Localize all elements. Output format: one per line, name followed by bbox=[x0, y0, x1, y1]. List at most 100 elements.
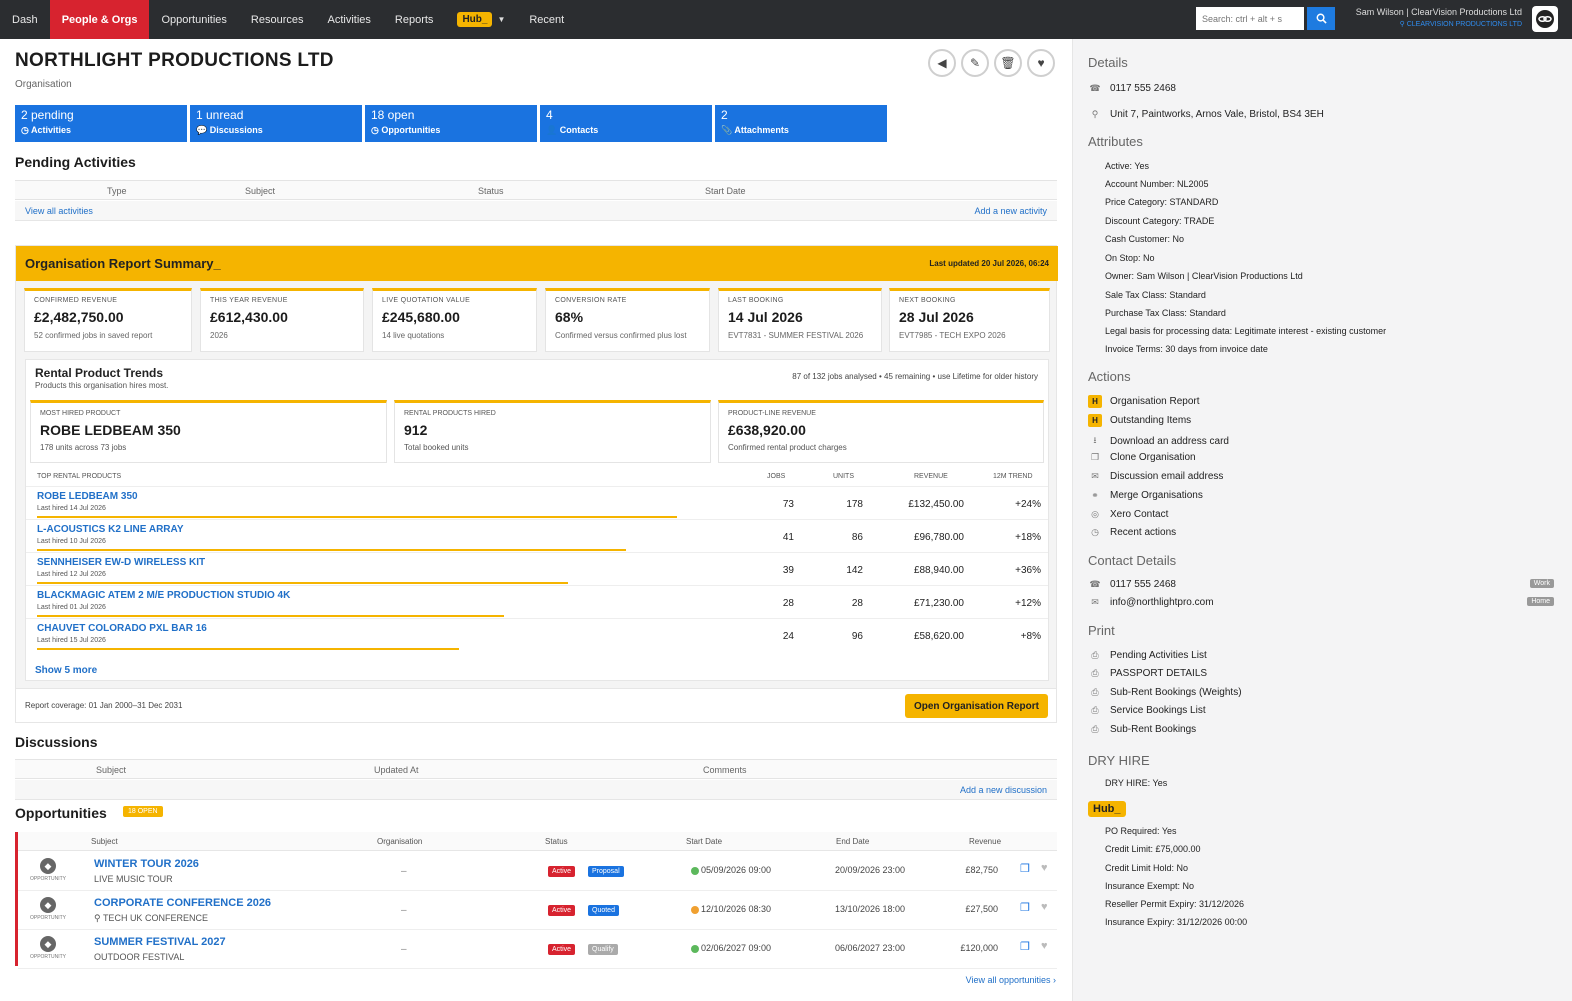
product-row[interactable]: L-ACOUSTICS K2 LINE ARRAY Last hired 10 J… bbox=[26, 519, 1048, 552]
heart-icon[interactable]: ♥ bbox=[1041, 862, 1048, 874]
contact-email-value: info@northlightpro.com bbox=[1110, 597, 1214, 608]
action-discussion-email[interactable]: ✉ Discussion email address bbox=[1088, 471, 1223, 482]
delete-button[interactable]: 🗑 bbox=[994, 49, 1022, 77]
nav-recent[interactable]: Recent bbox=[517, 0, 576, 39]
opportunity-icon-label: OPPORTUNITY bbox=[29, 954, 67, 960]
product-name[interactable]: BLACKMAGIC ATEM 2 M/E PRODUCTION STUDIO … bbox=[37, 590, 290, 601]
opportunity-revenue: £120,000 bbox=[960, 943, 998, 953]
action-recent-actions[interactable]: ◷ Recent actions bbox=[1088, 527, 1176, 538]
user-menu[interactable]: Sam Wilson | ClearVision Productions Ltd… bbox=[1356, 7, 1522, 28]
documents-icon[interactable]: ❐ bbox=[1020, 901, 1030, 914]
heart-icon: ♥ bbox=[1037, 56, 1045, 70]
action-merge-organisations[interactable]: ⚭ Merge Organisations bbox=[1088, 490, 1203, 501]
nav-reports[interactable]: Reports bbox=[383, 0, 446, 39]
product-row[interactable]: ROBE LEDBEAM 350 Last hired 14 Jul 2026 73… bbox=[26, 486, 1048, 519]
opportunity-title[interactable]: CORPORATE CONFERENCE 2026 bbox=[94, 897, 271, 909]
add-activity-link[interactable]: Add a new activity bbox=[974, 206, 1047, 216]
stat-attachments[interactable]: 2 📎 Attachments bbox=[715, 105, 887, 142]
product-name[interactable]: ROBE LEDBEAM 350 bbox=[37, 491, 138, 502]
product-trend: +36% bbox=[1015, 565, 1041, 576]
print-item[interactable]: ⎙ Service Bookings List bbox=[1088, 705, 1205, 716]
opportunity-row[interactable]: ◆ OPPORTUNITY SUMMER FESTIVAL 2027 OUTDOO… bbox=[18, 930, 1057, 969]
show-more-link[interactable]: Show 5 more bbox=[35, 665, 97, 676]
actions-heading: Actions bbox=[1088, 369, 1131, 384]
nav-hub[interactable]: Hub_ ▼ bbox=[445, 0, 517, 39]
stat-label-text: Attachments bbox=[734, 125, 789, 135]
heart-icon[interactable]: ♥ bbox=[1041, 940, 1048, 952]
action-xero-contact[interactable]: ◎ Xero Contact bbox=[1088, 509, 1168, 520]
col-subject: Subject bbox=[96, 765, 127, 775]
status-badge: Active bbox=[548, 944, 576, 955]
product-row[interactable]: CHAUVET COLORADO PXL BAR 16 Last hired 15… bbox=[26, 618, 1048, 651]
print-item[interactable]: ⎙ Sub-Rent Bookings (Weights) bbox=[1088, 687, 1242, 698]
product-row[interactable]: BLACKMAGIC ATEM 2 M/E PRODUCTION STUDIO … bbox=[26, 585, 1048, 618]
attribute-item: Active: Yes bbox=[1105, 161, 1150, 171]
action-outstanding-items[interactable]: H Outstanding Items bbox=[1088, 414, 1191, 427]
kpi-value: 68% bbox=[555, 309, 584, 325]
search-input[interactable] bbox=[1196, 7, 1304, 30]
details-address: ⚲ Unit 7, Paintworks, Arnos Vale, Bristol… bbox=[1088, 109, 1324, 120]
opportunity-title[interactable]: WINTER TOUR 2026 bbox=[94, 858, 199, 870]
nav-resources[interactable]: Resources bbox=[239, 0, 316, 39]
heart-icon[interactable]: ♥ bbox=[1041, 901, 1048, 913]
add-discussion-link[interactable]: Add a new discussion bbox=[960, 785, 1047, 795]
action-clone-organisation[interactable]: ❐ Clone Organisation bbox=[1088, 452, 1196, 463]
kpi-sub: Confirmed rental product charges bbox=[728, 443, 847, 452]
print-item[interactable]: ⎙ Sub-Rent Bookings bbox=[1088, 724, 1196, 735]
opportunity-title[interactable]: SUMMER FESTIVAL 2027 bbox=[94, 936, 226, 948]
product-name[interactable]: SENNHEISER EW-D WIRELESS KIT bbox=[37, 557, 205, 568]
product-row[interactable]: SENNHEISER EW-D WIRELESS KIT Last hired 1… bbox=[26, 552, 1048, 585]
stat-activities[interactable]: 2 pending ◷ Activities bbox=[15, 105, 187, 142]
back-button[interactable]: ◀ bbox=[928, 49, 956, 77]
favourite-button[interactable]: ♥ bbox=[1027, 49, 1055, 77]
action-organisation-report[interactable]: H Organisation Report bbox=[1088, 395, 1200, 408]
contact-email[interactable]: ✉ info@northlightpro.com bbox=[1088, 597, 1214, 608]
documents-icon[interactable]: ❐ bbox=[1020, 940, 1030, 953]
search-button[interactable] bbox=[1307, 7, 1335, 30]
top-navbar: Dash People & Orgs Opportunities Resourc… bbox=[0, 0, 1572, 39]
col-start-date: Start Date bbox=[686, 837, 723, 846]
kpi-label: LIVE QUOTATION VALUE bbox=[382, 297, 471, 304]
hub-item: Reseller Permit Expiry: 31/12/2026 bbox=[1105, 899, 1245, 909]
kpi-label: CONVERSION RATE bbox=[555, 297, 627, 304]
trends-subtitle: Products this organisation hires most. bbox=[35, 381, 169, 390]
print-label: Pending Activities List bbox=[1110, 650, 1207, 661]
address-value: Unit 7, Paintworks, Arnos Vale, Bristol,… bbox=[1110, 109, 1324, 120]
nav-opportunities[interactable]: Opportunities bbox=[149, 0, 238, 39]
most-hired-product-card: MOST HIRED PRODUCT ROBE LEDBEAM 350 178 un… bbox=[30, 400, 387, 463]
opportunities-title: Opportunities bbox=[15, 805, 107, 821]
nav-activities[interactable]: Activities bbox=[316, 0, 383, 39]
product-name[interactable]: L-ACOUSTICS K2 LINE ARRAY bbox=[37, 524, 184, 535]
user-org: ⚲ CLEARVISION PRODUCTIONS LTD bbox=[1356, 20, 1522, 28]
user-icon: 👤 bbox=[546, 125, 560, 135]
print-label: Sub-Rent Bookings (Weights) bbox=[1110, 687, 1242, 698]
opportunity-row[interactable]: ◆ OPPORTUNITY WINTER TOUR 2026 LIVE MUSIC… bbox=[18, 852, 1057, 891]
view-all-activities-link[interactable]: View all activities bbox=[25, 206, 93, 216]
view-all-opportunities-link[interactable]: View all opportunities › bbox=[966, 975, 1056, 985]
product-name[interactable]: CHAUVET COLORADO PXL BAR 16 bbox=[37, 623, 207, 634]
app-logo[interactable] bbox=[1532, 6, 1558, 32]
nav-dash[interactable]: Dash bbox=[0, 0, 50, 39]
kpi-sub: 14 live quotations bbox=[382, 331, 445, 340]
opportunity-subtitle: ⚲ TECH UK CONFERENCE bbox=[94, 913, 208, 924]
open-organisation-report-button[interactable]: Open Organisation Report bbox=[904, 694, 1048, 718]
documents-icon[interactable]: ❐ bbox=[1020, 862, 1030, 875]
opportunity-icon: ◆ bbox=[40, 897, 56, 913]
action-download-address-card[interactable]: ⭳ Download an address card bbox=[1088, 433, 1229, 449]
nav-people-orgs[interactable]: People & Orgs bbox=[49, 0, 150, 39]
stat-opportunities[interactable]: 18 open ◷ Opportunities bbox=[365, 105, 537, 142]
print-item[interactable]: ⎙ PASSPORT DETAILS bbox=[1088, 668, 1207, 679]
hub-item: Credit Limit Hold: No bbox=[1105, 863, 1189, 873]
product-units: 178 bbox=[846, 499, 863, 510]
dry-hire-heading: DRY HIRE bbox=[1088, 753, 1150, 768]
stat-discussions[interactable]: 1 unread 💬 Discussions bbox=[190, 105, 362, 142]
stage-badge: Qualify bbox=[588, 944, 618, 955]
edit-button[interactable]: ✎ bbox=[961, 49, 989, 77]
print-item[interactable]: ⎙ Pending Activities List bbox=[1088, 650, 1207, 661]
opportunity-icon: ◆ bbox=[40, 936, 56, 952]
product-share-bar bbox=[37, 615, 504, 617]
discussions-footer: Add a new discussion bbox=[15, 780, 1057, 800]
opportunity-row[interactable]: ◆ OPPORTUNITY CORPORATE CONFERENCE 2026 ⚲… bbox=[18, 891, 1057, 930]
stat-contacts[interactable]: 4 👤 Contacts bbox=[540, 105, 712, 142]
kpi-sub: 2026 bbox=[210, 331, 228, 340]
